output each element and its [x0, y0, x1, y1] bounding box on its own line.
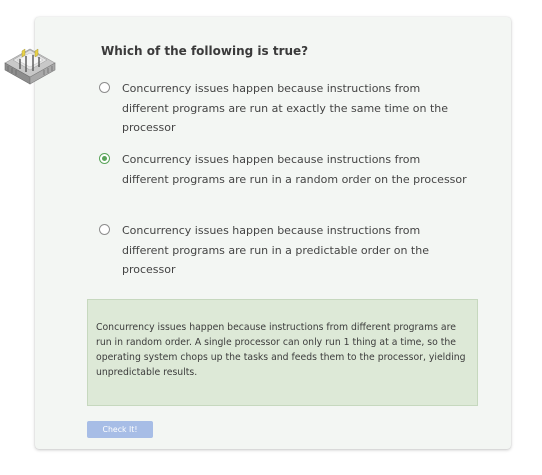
radio-button[interactable]	[99, 224, 110, 235]
feedback-panel: Concurrency issues happen because instru…	[87, 299, 478, 406]
computer-chip-icon	[4, 48, 56, 85]
answer-option-text: Concurrency issues happen because instru…	[122, 82, 449, 134]
radio-button[interactable]	[99, 82, 110, 93]
answer-option-text: Concurrency issues happen because instru…	[122, 224, 429, 276]
radio-button-selected[interactable]	[99, 153, 110, 164]
feedback-text: Concurrency issues happen because instru…	[96, 322, 466, 378]
check-it-button[interactable]: Check It!	[87, 421, 153, 438]
answer-option-text: Concurrency issues happen because instru…	[122, 153, 467, 186]
question-text: Which of the following is true?	[101, 44, 309, 58]
